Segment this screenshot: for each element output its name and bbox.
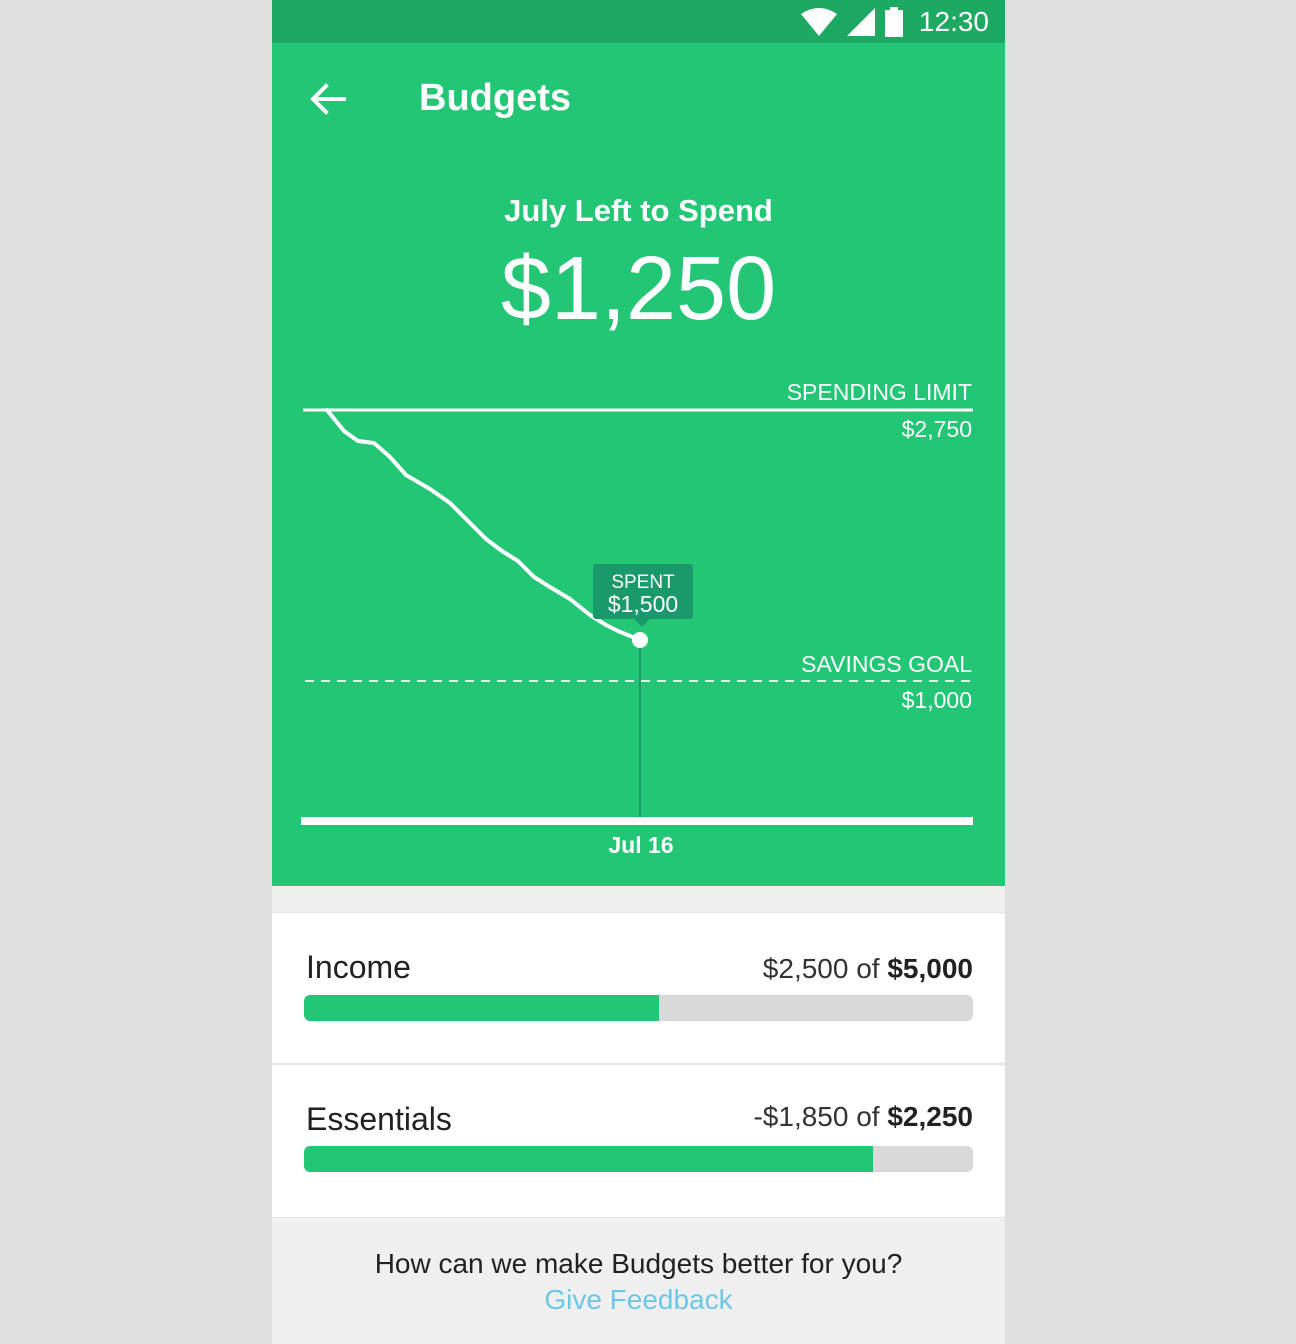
spending-limit-value: $2,750 xyxy=(902,416,972,442)
essentials-progress-bar xyxy=(304,1146,973,1172)
income-progress-bar xyxy=(304,995,973,1021)
battery-icon xyxy=(884,6,903,37)
feedback-question: How can we make Budgets better for you? xyxy=(374,1248,903,1279)
income-amount: $2,500 of $5,000 xyxy=(763,953,973,985)
essentials-title: Essentials xyxy=(306,1101,452,1137)
x-axis-date-label: Jul 16 xyxy=(608,832,673,858)
essentials-of: of xyxy=(856,1101,880,1132)
savings-goal-value: $1,000 xyxy=(902,687,972,713)
budget-hero: Budgets July Left to Spend $1,250 SPENDI… xyxy=(272,43,1005,886)
status-icons: 12:30 xyxy=(800,0,989,43)
spent-tooltip: SPENT $1,500 xyxy=(593,564,693,627)
spent-value: $1,500 xyxy=(608,591,678,617)
income-card[interactable]: Income $2,500 of $5,000 xyxy=(272,912,1005,1064)
current-spending-point[interactable] xyxy=(632,632,648,648)
essentials-total: $2,250 xyxy=(887,1101,973,1132)
feedback-section: How can we make Budgets better for you? … xyxy=(272,1218,1005,1344)
income-progress-fill xyxy=(304,995,659,1021)
status-time: 12:30 xyxy=(918,5,989,37)
spending-chart: SPENDING LIMIT $2,750 SAVINGS GOAL $1,00… xyxy=(301,379,973,858)
essentials-amount: -$1,850 of $2,250 xyxy=(753,1101,973,1133)
phone-screen: 12:30 Budgets July Left to Spend $1,250 … xyxy=(272,0,1005,1344)
essentials-progress-fill xyxy=(304,1146,873,1172)
income-title: Income xyxy=(306,949,411,985)
essentials-card[interactable]: Essentials -$1,850 of $2,250 xyxy=(272,1064,1005,1218)
give-feedback-link[interactable]: Give Feedback xyxy=(272,1284,1005,1316)
wifi-icon xyxy=(800,7,837,36)
status-bar: 12:30 xyxy=(272,0,1005,43)
savings-goal-label: SAVINGS GOAL xyxy=(801,651,972,677)
essentials-current: -$1,850 xyxy=(753,1101,849,1132)
income-of: of xyxy=(856,953,880,984)
income-current: $2,500 xyxy=(762,953,849,984)
spending-limit-label: SPENDING LIMIT xyxy=(787,379,972,405)
cellular-signal-icon xyxy=(846,7,875,36)
income-total: $5,000 xyxy=(887,953,973,984)
spent-label: SPENT xyxy=(611,572,675,593)
